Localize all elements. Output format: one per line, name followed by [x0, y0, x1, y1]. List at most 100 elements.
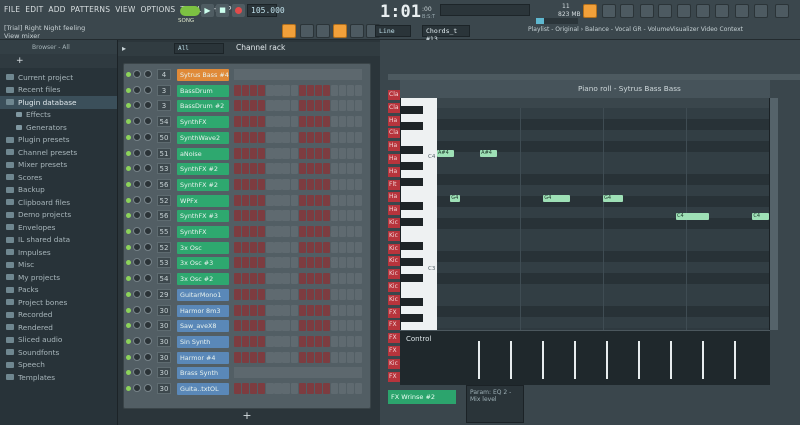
step-sequencer[interactable]: [234, 304, 364, 316]
channel-mixer-track[interactable]: 30: [157, 383, 171, 394]
pattern-selector[interactable]: Chords_t #13: [422, 25, 470, 43]
black-key[interactable]: [401, 274, 423, 282]
step-button[interactable]: [274, 273, 282, 285]
step-button[interactable]: [234, 273, 242, 285]
channel-name-button[interactable]: Saw_aveX8: [177, 320, 229, 333]
step-button[interactable]: [250, 351, 258, 363]
channel-row[interactable]: 30 Guita..txtOL: [124, 382, 372, 397]
note-grid[interactable]: A#4 A#4 G4 G4 G4 C4 C4: [437, 108, 769, 330]
step-button[interactable]: [274, 320, 282, 332]
step-button[interactable]: [242, 84, 250, 96]
menu-item-file[interactable]: FILE: [4, 5, 20, 14]
step-button[interactable]: [355, 116, 363, 128]
step-button[interactable]: [282, 194, 290, 206]
step-button[interactable]: [322, 320, 331, 332]
step-button[interactable]: [258, 335, 266, 347]
step-button[interactable]: [290, 194, 298, 206]
step-sequencer[interactable]: [234, 131, 364, 143]
channel-volume-knob[interactable]: [144, 274, 152, 283]
channel-row[interactable]: 50 SynthWave2: [124, 131, 372, 146]
channel-row[interactable]: 30 Harmor #4: [124, 351, 372, 366]
step-button[interactable]: [339, 304, 347, 316]
step-button[interactable]: [266, 241, 274, 253]
channel-mute-led[interactable]: [126, 354, 131, 360]
channel-mixer-track[interactable]: 56: [157, 178, 171, 190]
step-button[interactable]: [330, 116, 339, 128]
step-button[interactable]: [339, 241, 347, 253]
channel-volume-knob[interactable]: [144, 164, 152, 173]
step-button[interactable]: [234, 210, 242, 222]
step-button[interactable]: [306, 304, 314, 316]
step-button[interactable]: [258, 320, 266, 332]
step-button[interactable]: [298, 288, 306, 300]
step-button[interactable]: [250, 163, 258, 175]
step-button[interactable]: [242, 288, 250, 300]
browser-item[interactable]: Demo projects: [0, 209, 117, 222]
velocity-bar[interactable]: [542, 341, 544, 379]
menu-item-options[interactable]: OPTIONS: [141, 5, 176, 14]
channel-name-button[interactable]: 3x Osc: [177, 241, 229, 254]
browser-item[interactable]: Clipboard files: [0, 196, 117, 209]
note[interactable]: A#4: [437, 150, 454, 157]
channel-mixer-track[interactable]: 30: [157, 351, 171, 363]
step-button[interactable]: [266, 131, 274, 143]
channel-mixer-track[interactable]: 51: [157, 147, 171, 159]
step-button[interactable]: [339, 257, 347, 269]
step-button[interactable]: [290, 178, 298, 190]
step-sequencer[interactable]: [234, 288, 364, 300]
channel-pan-knob[interactable]: [133, 164, 141, 173]
step-button[interactable]: [258, 241, 266, 253]
step-button[interactable]: [330, 273, 339, 285]
step-button[interactable]: [330, 320, 339, 332]
render-button[interactable]: [677, 4, 691, 18]
step-button[interactable]: [322, 84, 331, 96]
step-button[interactable]: [347, 257, 355, 269]
channel-row[interactable]: 54 SynthFX: [124, 115, 372, 130]
step-button[interactable]: [298, 163, 306, 175]
browser-item[interactable]: Templates: [0, 371, 117, 384]
browser-item[interactable]: IL shared data: [0, 234, 117, 247]
step-button[interactable]: [266, 178, 274, 190]
channel-name-button[interactable]: Harmor #4: [177, 351, 229, 364]
step-button[interactable]: [282, 335, 290, 347]
step-button[interactable]: [250, 147, 258, 159]
step-sequencer[interactable]: [234, 351, 364, 363]
channel-volume-knob[interactable]: [144, 132, 152, 141]
channel-mute-led[interactable]: [126, 197, 131, 203]
step-button[interactable]: [306, 116, 314, 128]
browser-item[interactable]: Project bones: [0, 296, 117, 309]
step-button[interactable]: [242, 147, 250, 159]
step-button[interactable]: [258, 351, 266, 363]
channel-row[interactable]: 55 SynthFX: [124, 225, 372, 240]
velocity-bar[interactable]: [702, 341, 704, 379]
step-button[interactable]: [234, 304, 242, 316]
channel-pan-knob[interactable]: [133, 258, 141, 267]
menu-item-add[interactable]: ADD: [48, 5, 65, 14]
channel-mute-led[interactable]: [126, 166, 131, 172]
step-button[interactable]: [330, 178, 339, 190]
channel-mute-led[interactable]: [126, 244, 131, 250]
step-button[interactable]: [282, 383, 290, 394]
step-button[interactable]: [250, 131, 258, 143]
step-button[interactable]: [234, 320, 242, 332]
step-button[interactable]: [298, 273, 306, 285]
channel-volume-knob[interactable]: [144, 258, 152, 267]
step-button[interactable]: [322, 210, 331, 222]
piano-roll-timeline[interactable]: [437, 98, 769, 108]
channel-pan-knob[interactable]: [133, 195, 141, 204]
step-button[interactable]: [266, 116, 274, 128]
step-button[interactable]: [306, 351, 314, 363]
step-button[interactable]: [290, 131, 298, 143]
step-button[interactable]: [322, 273, 331, 285]
channel-name-button[interactable]: SynthFX #2: [177, 178, 229, 191]
step-button[interactable]: [250, 194, 258, 206]
step-button[interactable]: [339, 163, 347, 175]
step-button[interactable]: [274, 147, 282, 159]
step-button[interactable]: [234, 84, 242, 96]
step-button[interactable]: [330, 304, 339, 316]
step-button[interactable]: [322, 351, 331, 363]
channel-volume-knob[interactable]: [144, 242, 152, 251]
step-button[interactable]: [266, 147, 274, 159]
step-button[interactable]: [330, 241, 339, 253]
channel-volume-knob[interactable]: [144, 321, 152, 330]
